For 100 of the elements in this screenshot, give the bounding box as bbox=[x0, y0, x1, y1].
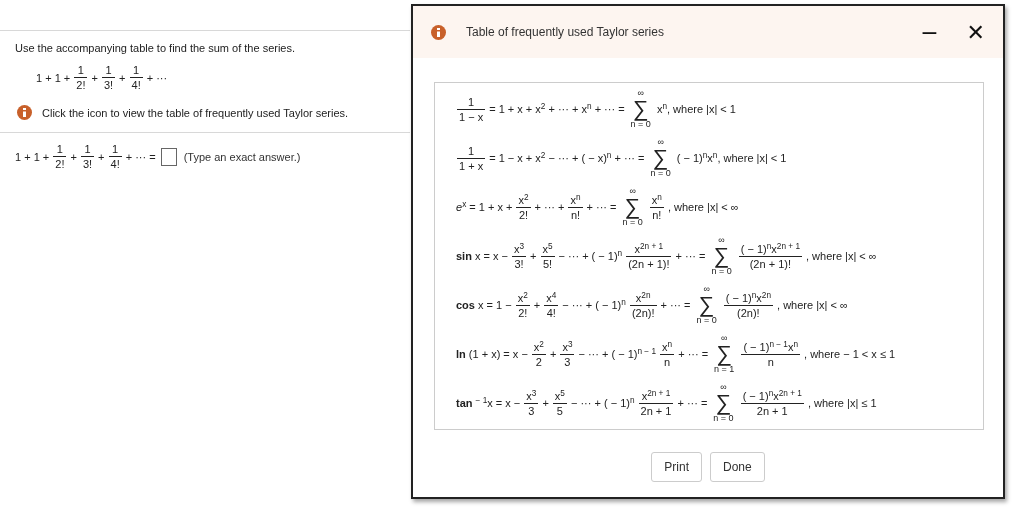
math-text: − ··· + ( − 1)$^{n}$ bbox=[570, 397, 635, 409]
math-text: + ··· + bbox=[534, 201, 565, 213]
upper-limit: ∞ bbox=[721, 334, 728, 343]
numerator: x$^{3}$ bbox=[513, 242, 526, 256]
info-icon[interactable] bbox=[17, 105, 32, 120]
numerator: x$^{5}$ bbox=[541, 242, 554, 256]
math-text: 1 + 1 + bbox=[36, 71, 71, 84]
sum-sign: ∑ bbox=[713, 245, 730, 267]
math-text: − ··· + ( − 1)$^{n}$ bbox=[562, 299, 626, 311]
upper-limit: ∞ bbox=[703, 285, 710, 294]
math-text: + ··· = bbox=[586, 201, 617, 213]
math-text: + ··· = bbox=[678, 348, 709, 360]
math-text: + ··· = bbox=[677, 397, 708, 409]
denominator: (2n + 1)! bbox=[738, 255, 802, 270]
numerator: x$^{2}$ bbox=[517, 193, 530, 207]
math-text: 1 + 1 + bbox=[15, 150, 50, 163]
numerator: 1 bbox=[104, 64, 113, 77]
upper-limit: ∞ bbox=[629, 187, 636, 196]
numerator: x$^{2}$ bbox=[516, 291, 529, 305]
lower-limit: n = 0 bbox=[713, 414, 734, 423]
math-text: e$^{x}$ = 1 + x + bbox=[456, 201, 513, 213]
info-icon[interactable] bbox=[431, 24, 446, 40]
math-text: , where |x| ≤ 1 bbox=[807, 397, 877, 409]
numerator: x$^{3}$ bbox=[561, 340, 574, 354]
denominator: 3 bbox=[524, 402, 539, 417]
numerator: 1 bbox=[132, 64, 141, 77]
denominator: n bbox=[741, 353, 801, 368]
sum-sign: ∑ bbox=[652, 147, 669, 169]
math-text: + bbox=[530, 250, 537, 262]
denominator: (2n)! bbox=[723, 304, 773, 319]
lower-limit: n = 0 bbox=[696, 316, 717, 325]
math-text: + bbox=[542, 397, 549, 409]
numerator: x$^{2}$ bbox=[532, 340, 545, 354]
denominator: 3! bbox=[512, 255, 527, 270]
numerator: x$^{3}$ bbox=[525, 389, 538, 403]
denominator: n! bbox=[568, 206, 583, 221]
numerator: 1 bbox=[467, 95, 476, 109]
denominator: 2! bbox=[516, 206, 531, 221]
denominator: 2n + 1 bbox=[638, 402, 674, 417]
math-text: + ··· = bbox=[125, 150, 156, 163]
denominator: 5 bbox=[552, 402, 567, 417]
done-button[interactable]: Done bbox=[710, 452, 765, 482]
math-text: = 1 + x + x$^{2}$ + ··· + x$^{n}$ + ··· = bbox=[489, 103, 625, 115]
math-text: , where |x| < ∞ bbox=[805, 250, 877, 262]
math-text: + bbox=[98, 150, 105, 163]
question-prompt: Use the accompanying table to find the sum of the series. bbox=[14, 41, 297, 54]
math-text: + bbox=[533, 299, 541, 311]
math-text: , where − 1 < x ≤ 1 bbox=[804, 348, 896, 360]
denominator: n bbox=[660, 353, 675, 368]
numerator: ( − 1)$^{n}$x$^{2n + 1}$ bbox=[741, 389, 803, 403]
denominator: 2! bbox=[53, 156, 67, 170]
numerator: x$^{2n}$ bbox=[634, 291, 652, 305]
numerator: x$^{n}$ bbox=[650, 193, 663, 207]
math-text: cos x = 1 − bbox=[456, 299, 512, 311]
denominator: 4! bbox=[108, 156, 122, 170]
numerator: 1 bbox=[55, 143, 64, 156]
denominator: 4! bbox=[129, 77, 143, 91]
math-text: + ··· = bbox=[660, 299, 691, 311]
numerator: 1 bbox=[111, 143, 120, 156]
dialog-title: Table of frequently used Taylor series bbox=[466, 25, 665, 39]
lower-limit: n = 0 bbox=[711, 267, 732, 276]
math-text: − ··· + ( − 1)$^{n − 1}$ bbox=[578, 348, 657, 360]
numerator: x$^{4}$ bbox=[545, 291, 558, 305]
numerator: x$^{2n + 1}$ bbox=[640, 389, 672, 403]
math-text: x$^{n}$, where |x| < 1 bbox=[656, 103, 736, 115]
denominator: 2n + 1 bbox=[740, 402, 804, 417]
upper-limit: ∞ bbox=[637, 89, 644, 98]
lower-limit: n = 0 bbox=[622, 218, 643, 227]
answer-box[interactable] bbox=[160, 147, 177, 166]
denominator: 1 + x bbox=[457, 157, 486, 172]
math-text: ln (1 + x) = x − bbox=[456, 348, 528, 360]
denominator: 3! bbox=[80, 156, 95, 170]
numerator: x$^{2n + 1}$ bbox=[633, 242, 665, 256]
denominator: 2! bbox=[515, 304, 530, 319]
math-text: tan $^{− 1}$x = x − bbox=[456, 397, 521, 409]
denominator: 3 bbox=[560, 353, 575, 368]
print-button[interactable]: Print bbox=[651, 452, 702, 482]
denominator: (2n + 1)! bbox=[626, 255, 672, 270]
denominator: 2! bbox=[74, 77, 88, 91]
denominator: 3! bbox=[101, 77, 116, 91]
sum-sign: ∑ bbox=[632, 98, 649, 120]
math-text: sin x = x − bbox=[456, 250, 508, 262]
math-text: + bbox=[119, 71, 126, 84]
numerator: 1 bbox=[83, 143, 92, 156]
numerator: x$^{n}$ bbox=[569, 193, 582, 207]
sum-sign: ∑ bbox=[624, 196, 641, 218]
answer-note: (Type an exact answer.) bbox=[183, 150, 301, 163]
math-text: + ··· = bbox=[675, 250, 706, 262]
math-text: + ··· bbox=[146, 71, 168, 84]
math-text: + bbox=[91, 71, 98, 84]
lower-limit: n = 1 bbox=[714, 365, 735, 374]
numerator: ( − 1)$^{n}$x$^{2n}$ bbox=[724, 291, 772, 305]
numerator: ( − 1)$^{n − 1}$x$^{n}$ bbox=[742, 340, 800, 354]
sum-sign: ∑ bbox=[715, 392, 732, 414]
upper-limit: ∞ bbox=[718, 236, 725, 245]
upper-limit: ∞ bbox=[657, 138, 664, 147]
denominator: (2n)! bbox=[629, 304, 657, 319]
close-button[interactable]: ✕ bbox=[962, 19, 989, 45]
numerator: 1 bbox=[467, 144, 476, 158]
minimize-button[interactable]: − bbox=[916, 19, 943, 45]
